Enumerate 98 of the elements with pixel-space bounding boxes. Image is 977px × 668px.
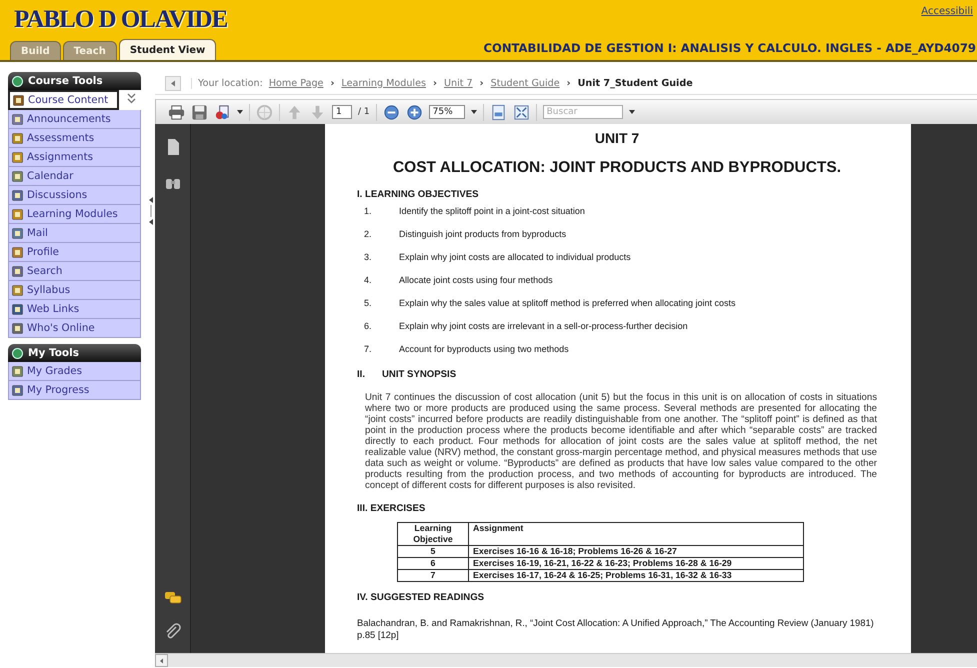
tile-icon: [12, 246, 23, 258]
current-page: Unit 7_Student Guide: [578, 78, 693, 88]
tile-icon: [12, 170, 23, 182]
column-header: Learning Objective: [398, 522, 468, 546]
tile-icon: [12, 266, 23, 276]
tile-icon: [12, 208, 23, 220]
breadcrumb-link[interactable]: Home Page: [268, 78, 324, 88]
list-number: 6.: [364, 321, 373, 331]
breadcrumb-separator: ›: [433, 78, 437, 88]
table-cell: Exercises 16-16 & 16-18; Problems 16-26 & 16-27: [468, 546, 804, 558]
tile-icon: [12, 114, 23, 124]
section-heading: III. EXERCISES: [357, 503, 426, 514]
list-number: 5.: [364, 298, 373, 308]
table-cell: Exercises 16-19, 16-21, 16-22 & 16-23; Problems 16-28 & 16-29: [468, 558, 804, 570]
synopsis-paragraph: Unit 7 continues the discussion of cost allocation (unit 5) but the focus in this unit is on allocation of costs in situations where two or more products are produced using the same process. Several methods are presented for allocating the “joint costs” incurred before products are readily distinguishable from one another. The “splitoff point” is defined as that point in the production process where the products become identifiable and after which “separable costs” are tracked directly to each product. Four methods for allocation of joint costs are the sales value at splitoff method, the net realizable value (NRV) method, the constant gross-margin percentage method, and physical measures methods that use data such as weight or volume. “Byproducts” are defined as products that have low sales value compared to the other products resulting from the production process, and two methods of accounting for byproducts are introduced. The concept of different costs for different purposes is also revisited.: [365, 392, 877, 491]
round-icon: [12, 76, 23, 86]
tile-icon: [12, 190, 23, 200]
menu-item[interactable]: Assessments: [8, 129, 141, 148]
tile-icon: [12, 132, 23, 144]
objective-text: Distinguish joint products from byproducts: [399, 229, 566, 239]
dropdown-icon[interactable]: [470, 109, 477, 115]
tile-icon: [12, 366, 23, 376]
table-cell: Exercises 16-17, 16-24 & 16-25; Problems 16-31, 16-32 & 16-33: [468, 570, 804, 582]
round-icon: [12, 348, 23, 358]
list-number: 3.: [364, 252, 373, 262]
menu-item[interactable]: Web Links: [8, 300, 141, 319]
page-field[interactable]: 1: [332, 105, 352, 119]
breadcrumb-separator: ›: [330, 78, 334, 88]
reading-reference: Balachandran, B. and Ramakrishnan, R., “Joint Cost Allocation: A Unified Approach,” The Accounting Review (January 1981) p.85 [12p]: [357, 617, 875, 641]
menu-item[interactable]: My Grades: [8, 362, 141, 381]
save-icon[interactable]: [191, 104, 208, 120]
back-arrow-icon[interactable]: [170, 80, 176, 86]
accessibility-link[interactable]: Accessibili: [921, 6, 973, 17]
menu-item[interactable]: My Progress: [8, 381, 141, 400]
menu-item[interactable]: Learning Modules: [8, 205, 141, 224]
fit-page-icon[interactable]: [490, 104, 507, 120]
paperclip-icon[interactable]: [164, 623, 182, 641]
zoom-in-icon[interactable]: [406, 104, 423, 120]
list-number: 7.: [364, 344, 373, 354]
share-icon[interactable]: [214, 104, 231, 120]
objective-text: Explain why joint costs are allocated to individual products: [399, 252, 631, 262]
table-cell: 6: [398, 558, 468, 570]
breadcrumb-separator: ›: [480, 78, 484, 88]
table-cell: 7: [398, 570, 468, 582]
breadcrumb-separator: ›: [566, 78, 571, 88]
print-icon[interactable]: [168, 104, 185, 120]
section-heading: UNIT SYNOPSIS: [382, 369, 456, 380]
resize-handle[interactable]: [148, 195, 154, 227]
menu-item[interactable]: Who's Online: [8, 319, 141, 338]
zoom-out-icon[interactable]: [382, 104, 400, 120]
tile-icon: [12, 322, 23, 334]
back-button[interactable]: [165, 76, 181, 90]
tile-icon: [12, 304, 23, 314]
objective-text: Explain why the sales value at splitoff method is preferred when allocating joint costs: [399, 298, 736, 308]
tile-icon: [12, 384, 23, 396]
panel-title: Course Tools: [28, 75, 103, 87]
menu-item[interactable]: Profile: [8, 243, 141, 262]
dropdown-icon[interactable]: [628, 109, 635, 115]
location-label: Your location:: [191, 78, 263, 88]
objective-text: Allocate joint costs using four methods: [399, 275, 553, 285]
menu-item[interactable]: Discussions: [8, 186, 141, 205]
menu-item[interactable]: Announcements: [8, 110, 141, 129]
course-title: CONTABILIDAD DE GESTION I: ANALISIS Y CALCULO. INGLES - ADE_AYD4079: [483, 41, 977, 57]
objective-text: Account for byproducts using two methods: [399, 344, 569, 354]
list-number: 1.: [364, 206, 373, 216]
scroll-left-icon[interactable]: [159, 658, 164, 664]
tile-icon: [12, 152, 23, 162]
tile-icon: [12, 284, 23, 296]
column-header: Assignment: [468, 522, 804, 546]
menu-item[interactable]: Assignments: [8, 148, 141, 167]
collapse-icon[interactable]: [126, 93, 137, 104]
full-screen-icon[interactable]: [512, 104, 530, 120]
tile-icon: [12, 228, 23, 238]
section-number: II.: [357, 369, 365, 380]
university-logo: PABLO D OLAVIDE: [14, 6, 228, 34]
menu-item[interactable]: Mail: [8, 224, 141, 243]
list-number: 4.: [364, 275, 373, 285]
tile-icon: [13, 94, 24, 106]
breadcrumb-link[interactable]: Student Guide: [490, 78, 560, 88]
table-cell: 5: [398, 546, 468, 558]
breadcrumb-link[interactable]: Unit 7: [444, 78, 473, 88]
objective-text: Explain why joint costs are irrelevant in a sell-or-process-further decision: [399, 321, 688, 331]
section-heading: IV. SUGGESTED READINGS: [357, 592, 486, 603]
menu-item[interactable]: Syllabus: [8, 281, 141, 300]
horizontal-scrollbar[interactable]: [155, 653, 977, 667]
list-number: 2.: [364, 229, 373, 239]
page-count: / 1: [358, 107, 370, 117]
section-heading: I. LEARNING OBJECTIVES: [357, 189, 480, 200]
document-title: COST ALLOCATION: JOINT PRODUCTS AND BYPRODUCTS.: [392, 159, 842, 177]
objective-text: Identify the splitoff point in a joint-cost situation: [399, 206, 585, 216]
menu-item[interactable]: Search: [8, 262, 141, 281]
breadcrumb-link[interactable]: Learning Modules: [341, 78, 426, 88]
zoom-field[interactable]: 75%: [428, 105, 465, 119]
panel-title: My Tools: [28, 347, 79, 359]
view-tab[interactable]: Student View: [118, 39, 216, 60]
menu-item[interactable]: Calendar: [8, 167, 141, 186]
dropdown-icon[interactable]: [237, 109, 243, 115]
unit-heading: UNIT 7: [594, 130, 640, 146]
